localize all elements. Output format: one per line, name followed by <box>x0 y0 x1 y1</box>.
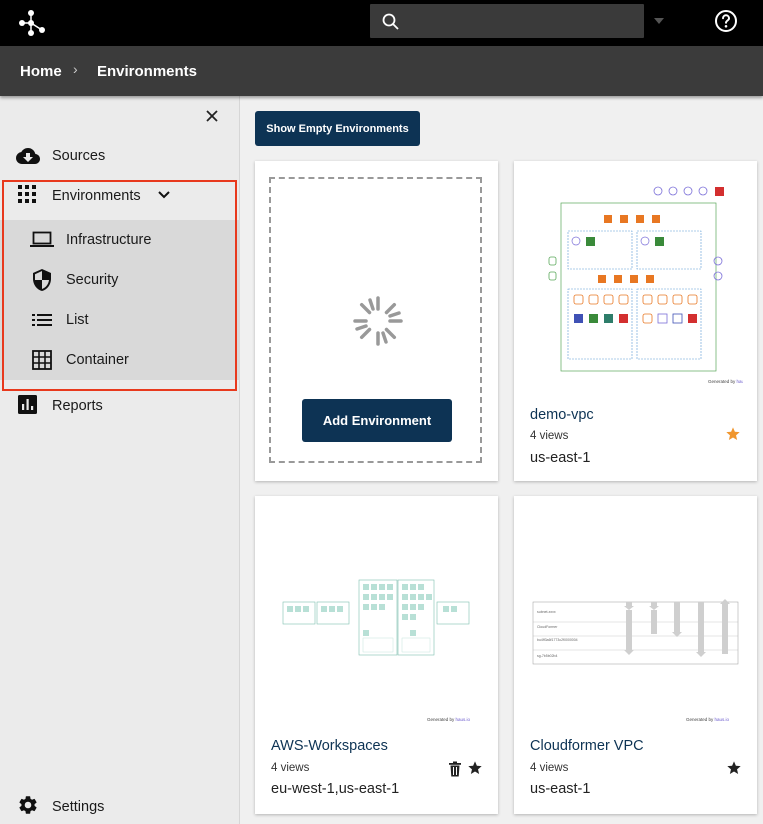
environment-region: eu-west-1,us-east-1 <box>271 781 400 797</box>
main-content: Show Empty Environments Add Environment … <box>241 96 763 824</box>
table-grid-icon <box>32 350 52 370</box>
svg-text:sg-7b5b02b4: sg-7b5b02b4 <box>537 654 557 658</box>
shield-icon <box>33 269 51 291</box>
environment-name-link[interactable]: AWS-Workspaces <box>271 738 388 754</box>
breadcrumb: Home › Environments <box>0 46 763 96</box>
breadcrumb-current: Environments <box>97 63 198 80</box>
environment-views: 4 views <box>530 430 569 442</box>
star-icon[interactable] <box>725 426 741 442</box>
svg-text:Generated by haus.io: Generated by haus.io <box>427 717 471 722</box>
close-icon[interactable] <box>204 108 220 124</box>
search-input[interactable] <box>410 10 630 32</box>
breadcrumb-home[interactable]: Home <box>20 63 62 80</box>
sidebar-item-security[interactable]: Security <box>0 260 240 300</box>
star-icon[interactable] <box>726 760 742 776</box>
sidebar-item-label: Settings <box>52 799 105 815</box>
star-icon[interactable] <box>467 760 483 776</box>
add-environment-dropzone[interactable]: Add Environment <box>269 177 482 463</box>
sidebar-item-label: Environments <box>52 188 141 204</box>
sidebar-item-label: Container <box>66 352 129 368</box>
chevron-down-icon[interactable] <box>654 18 664 24</box>
environment-region: us-east-1 <box>530 781 591 797</box>
svg-text:bu4ff3a6f1773c2f0000004: bu4ff3a6f1773c2f0000004 <box>537 638 578 642</box>
environment-thumbnail: Generated by haus.io <box>548 186 743 384</box>
sidebar-item-reports[interactable]: Reports <box>0 385 240 425</box>
add-environment-card: Add Environment <box>255 161 498 481</box>
sidebar-item-label: Reports <box>52 398 103 414</box>
search-box[interactable] <box>370 4 644 38</box>
haus-logo-icon[interactable] <box>18 8 48 38</box>
environment-views: 4 views <box>271 762 310 774</box>
svg-text:Generated by haus.io: Generated by haus.io <box>708 379 743 384</box>
grid-icon <box>18 185 36 203</box>
sidebar-item-container[interactable]: Container <box>0 340 240 380</box>
help-icon[interactable] <box>714 9 738 33</box>
gear-icon <box>19 796 37 814</box>
sidebar: Sources Environments Infrastructure Secu… <box>0 96 240 824</box>
svg-text:CloudFormer: CloudFormer <box>537 625 558 629</box>
sidebar-item-infrastructure[interactable]: Infrastructure <box>0 220 240 260</box>
environment-name-link[interactable]: Cloudformer VPC <box>530 738 644 754</box>
sidebar-item-label: Security <box>66 272 119 288</box>
sidebar-item-label: Infrastructure <box>66 232 152 248</box>
search-icon <box>382 13 399 30</box>
environment-card-aws-workspaces[interactable]: Generated by haus.io AWS-Workspaces 4 vi… <box>255 496 498 814</box>
svg-text:Generated by haus.io: Generated by haus.io <box>686 717 730 722</box>
sidebar-item-label: Sources <box>52 148 106 164</box>
environment-card-cloudformer-vpc[interactable]: subnet-xxxx CloudFormer bu4ff3a6f1773c2f… <box>514 496 757 814</box>
svg-text:subnet-xxxx: subnet-xxxx <box>537 610 556 614</box>
chevron-down-icon[interactable] <box>157 188 171 202</box>
cloud-download-icon <box>16 148 40 164</box>
environment-thumbnail: Generated by haus.io <box>282 579 471 722</box>
environment-name-link[interactable]: demo-vpc <box>530 407 594 423</box>
list-icon <box>32 314 52 326</box>
breadcrumb-separator: › <box>73 61 78 77</box>
sidebar-item-environments[interactable]: Environments <box>0 176 240 216</box>
environment-thumbnail: subnet-xxxx CloudFormer bu4ff3a6f1773c2f… <box>532 599 739 722</box>
add-environment-button[interactable]: Add Environment <box>302 399 452 442</box>
environment-region: us-east-1 <box>530 450 591 466</box>
laptop-icon <box>30 231 54 247</box>
environment-card-demo-vpc[interactable]: Generated by haus.io demo-vpc 4 views us… <box>514 161 757 481</box>
show-empty-environments-button[interactable]: Show Empty Environments <box>255 111 420 146</box>
sidebar-item-sources[interactable]: Sources <box>0 136 240 176</box>
environment-views: 4 views <box>530 762 569 774</box>
loading-spinner-icon <box>353 296 403 346</box>
sidebar-item-settings[interactable]: Settings <box>0 786 240 824</box>
bar-chart-icon <box>18 395 37 414</box>
sidebar-item-list[interactable]: List <box>0 300 240 340</box>
sidebar-item-label: List <box>66 312 89 328</box>
top-bar <box>0 0 763 46</box>
trash-icon[interactable] <box>448 761 462 777</box>
